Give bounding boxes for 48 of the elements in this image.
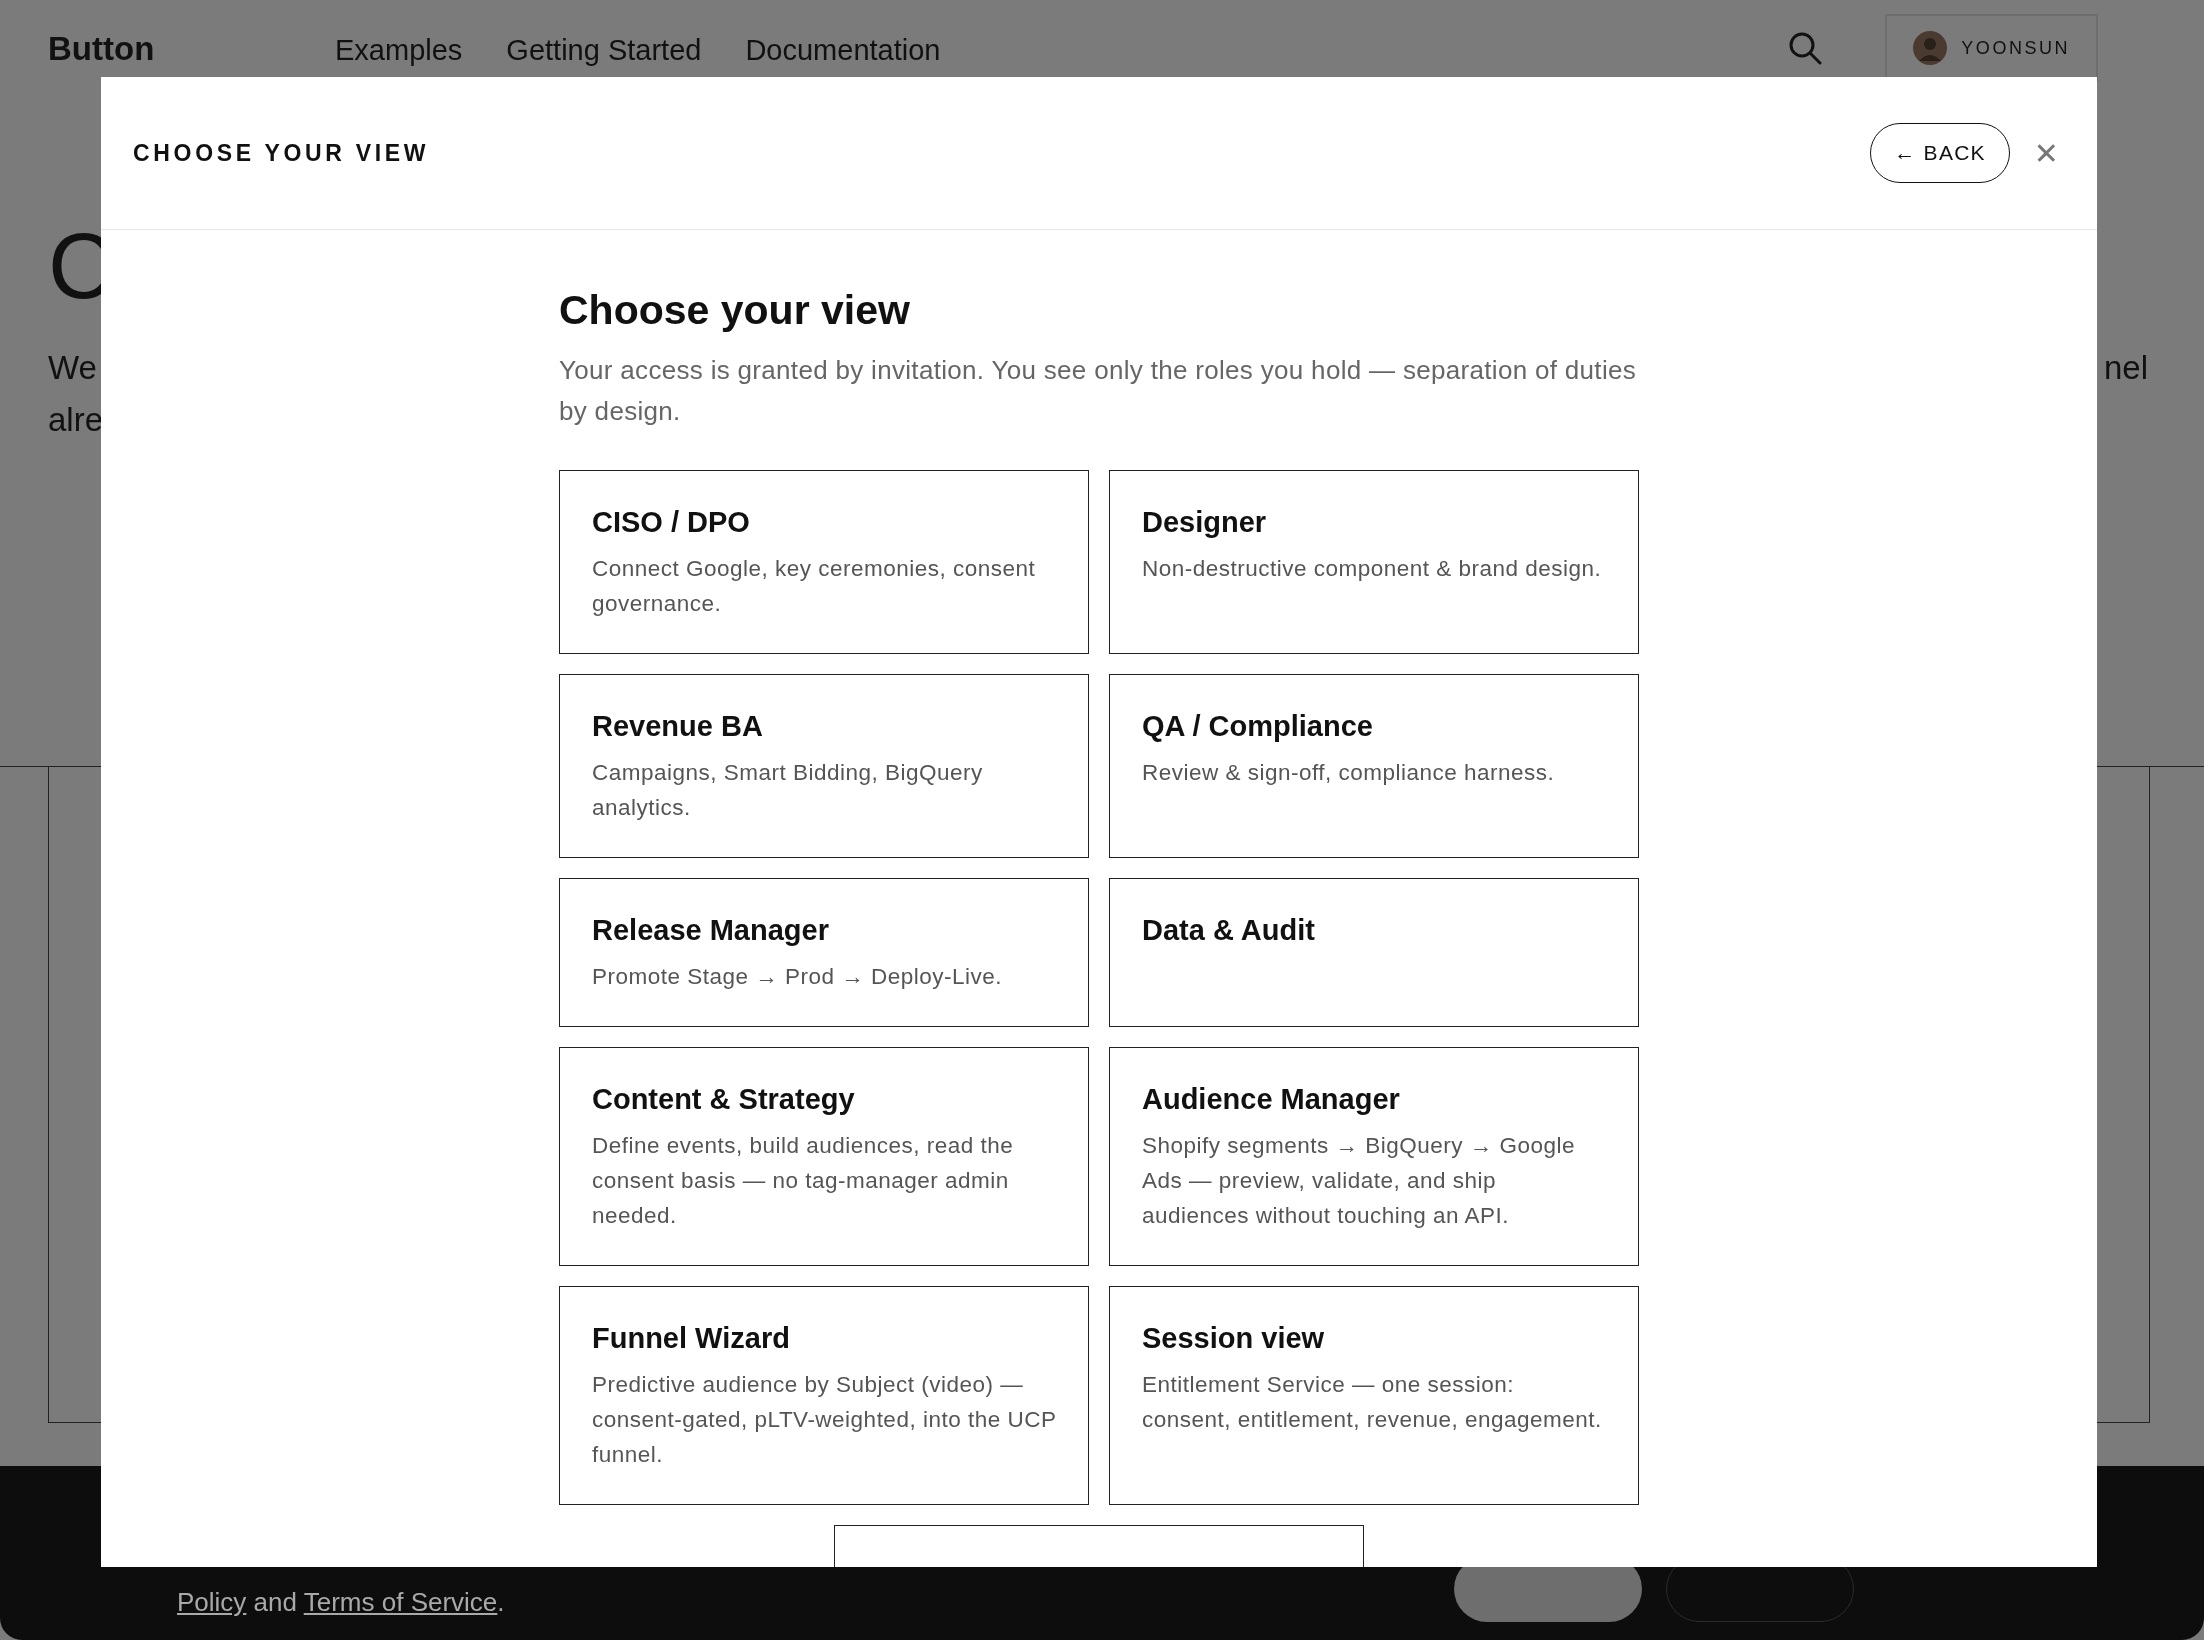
- role-card[interactable]: Release Manager Promote Stage → Prod → Deploy-Live.: [559, 878, 1089, 1027]
- role-description: Campaigns, Smart Bidding, BigQuery analytics.: [592, 759, 984, 822]
- back-button[interactable]: ← BACK: [1870, 123, 2010, 183]
- role-card[interactable]: Audience Manager Shopify segments → BigQuery → Google Ads — preview, validate, and ship audiences without touching an API.: [1109, 1047, 1639, 1266]
- role-description: Shopify segments → BigQuery → Google Ads — preview, validate, and ship audiences without touching an API.: [1142, 1132, 1576, 1230]
- footer-text: .: [497, 1587, 505, 1617]
- subtitle: Your access is granted by invitation. You see only the roles you hold — separation of duties by design.: [559, 354, 1638, 428]
- role-title: Audience Manager: [1142, 1082, 1401, 1117]
- role-title: Data & Audit: [1142, 913, 1316, 948]
- hero-text: nel: [2103, 348, 2148, 388]
- role-description: Entitlement Service — one session: consent, entitlement, revenue, engagement.: [1142, 1371, 1603, 1434]
- footer-link[interactable]: Policy: [177, 1587, 247, 1617]
- role-title: Revenue BA: [592, 709, 764, 744]
- role-description: Predictive audience by Subject (video) — consent-gated, pLTV-weighted, into the UCP funnel.: [592, 1371, 1057, 1469]
- close-button[interactable]: ✕: [2029, 135, 2063, 171]
- hero-text: alre: [48, 400, 104, 440]
- role-title: Session view: [1142, 1321, 1326, 1356]
- nav-link[interactable]: Getting Started: [506, 33, 702, 67]
- role-card[interactable]: Session view Entitlement Service — one session: consent, entitlement, revenue, engagement.: [1109, 1286, 1639, 1505]
- avatar-icon: [1913, 31, 1948, 65]
- role-card[interactable]: CISO / DPO Connect Google, key ceremonies, consent governance.: [559, 470, 1089, 654]
- logo[interactable]: Button: [48, 30, 335, 68]
- role-card[interactable]: Funnel Wizard Predictive audience by Subject (video) — consent-gated, pLTV-weighted, into the UCP funnel.: [559, 1286, 1089, 1505]
- user-button[interactable]: YOONSUN: [1885, 14, 2098, 82]
- role-title: Content & Strategy: [592, 1082, 856, 1117]
- role-description: Review & sign-off, compliance harness.: [1142, 759, 1556, 787]
- search-icon[interactable]: [1787, 30, 1824, 66]
- role-card[interactable]: Revenue BA Campaigns, Smart Bidding, BigQuery analytics.: [559, 674, 1089, 858]
- role-title: Funnel Wizard: [592, 1321, 791, 1356]
- role-description: Define events, build audiences, read the consent basis — no tag-manager admin needed.: [592, 1132, 1015, 1230]
- footer-text: and: [252, 1587, 298, 1617]
- nav-link[interactable]: Documentation: [745, 33, 941, 67]
- role-card[interactable]: Data & Audit: [1109, 878, 1639, 1027]
- nav-link[interactable]: Examples: [335, 33, 463, 67]
- role-title: Designer: [1142, 505, 1268, 540]
- role-title: QA / Compliance: [1142, 709, 1374, 744]
- hero-text: We: [48, 348, 98, 388]
- modal-title: CHOOSE YOUR VIEW: [133, 139, 430, 167]
- role-description: Connect Google, key ceremonies, consent governance.: [592, 555, 1037, 618]
- role-description: Promote Stage → Prod → Deploy-Live.: [592, 963, 1003, 991]
- role-title: Release Manager: [592, 913, 830, 948]
- role-card[interactable]: Designer Non-destructive component & brand design.: [1109, 470, 1639, 654]
- role-card[interactable]: QA / Compliance Review & sign-off, compliance harness.: [1109, 674, 1639, 858]
- role-title: CISO / DPO: [592, 505, 751, 540]
- role-card[interactable]: Content & Strategy Define events, build audiences, read the consent basis — no tag-manager admin needed.: [559, 1047, 1089, 1266]
- footer-link[interactable]: Terms of Service: [303, 1587, 498, 1617]
- page-heading: Choose your view: [559, 286, 911, 335]
- role-description: Non-destructive component & brand design.: [1142, 555, 1603, 583]
